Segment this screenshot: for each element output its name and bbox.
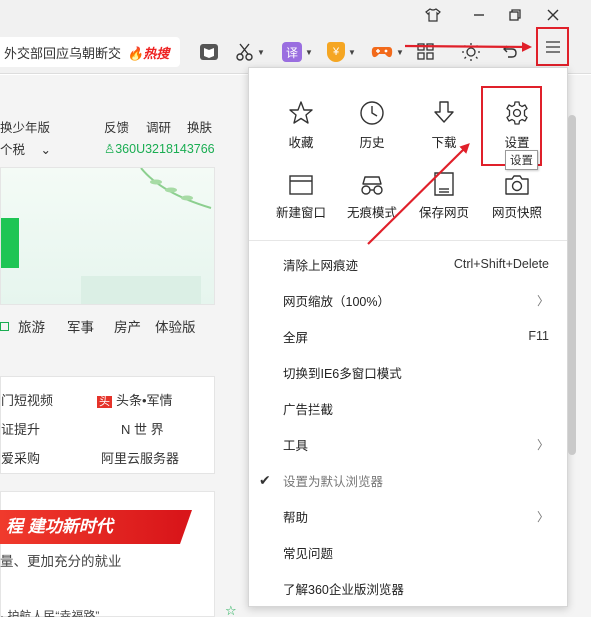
- menu-history[interactable]: 历史: [336, 96, 408, 151]
- settings-tooltip: 设置: [505, 150, 538, 170]
- menu-save-page[interactable]: 保存网页: [408, 166, 480, 221]
- menu-ie6-mode[interactable]: 切换到IE6多窗口模式: [249, 354, 567, 390]
- clock-icon: [360, 101, 384, 125]
- menu-adblock[interactable]: 广告拦截: [249, 390, 567, 426]
- hamburger-icon: [545, 40, 560, 53]
- undo-icon[interactable]: [500, 40, 518, 64]
- main-menu-button[interactable]: [536, 27, 569, 66]
- survey-link[interactable]: 调研: [146, 117, 171, 136]
- coin-shield-icon[interactable]: ¥ ▼: [327, 40, 356, 64]
- menu-help[interactable]: 帮助 〉: [249, 498, 567, 534]
- menu-snapshot-label: 网页快照: [491, 206, 542, 220]
- tshirt-icon[interactable]: [420, 4, 446, 26]
- news-item[interactable]: 爱采购: [1, 448, 40, 467]
- menu-snapshot[interactable]: 网页快照: [481, 166, 553, 221]
- menu-tools[interactable]: 工具 〉: [249, 426, 567, 462]
- menu-zoom[interactable]: 网页缩放（100%） 〉: [249, 282, 567, 318]
- bottom-badge[interactable]: ☆: [225, 603, 249, 617]
- news-item[interactable]: 证提升: [1, 419, 40, 438]
- menu-favorites-label: 收藏: [288, 136, 314, 150]
- category-row: 旅游 军事 房产 体验版: [0, 316, 215, 336]
- hero-landscape: [81, 276, 201, 304]
- page-scrollbar[interactable]: [568, 115, 576, 455]
- category-beta[interactable]: 体验版: [155, 316, 196, 336]
- window-icon: [289, 175, 313, 195]
- shortcut-label: Ctrl+Shift+Delete: [453, 257, 549, 271]
- teen-mode-link[interactable]: 换少年版: [0, 117, 50, 136]
- menu-incognito[interactable]: 无痕模式: [336, 166, 408, 221]
- menu-history-label: 历史: [359, 136, 385, 150]
- apps-grid-icon[interactable]: [417, 40, 435, 64]
- category-marker-icon: [0, 321, 9, 331]
- chevron-right-icon: 〉: [536, 437, 549, 452]
- news-item[interactable]: 头头条•军情: [97, 390, 173, 409]
- menu-default-browser: ✔ 设置为默认浏览器: [259, 471, 384, 489]
- download-icon: [434, 101, 454, 123]
- screenshot-scissors-icon[interactable]: ▼: [236, 40, 265, 64]
- hero-banner[interactable]: [0, 167, 215, 305]
- promo-banner[interactable]: 程 建功新时代: [0, 510, 192, 544]
- promo-line-1: 量、更加充分的就业: [0, 554, 122, 569]
- skin-link[interactable]: 换肤: [187, 117, 212, 136]
- category-military[interactable]: 军事: [67, 316, 94, 336]
- camera-icon: [505, 175, 529, 195]
- tax-dropdown[interactable]: 个税 ⌄: [0, 139, 51, 158]
- news-panel: 门短视频 头头条•军情 证提升 N 世 界 爱采购 阿里云服务器: [0, 376, 215, 474]
- user-id[interactable]: ♙360U3218143766: [104, 141, 215, 156]
- shortcut-label: F11: [528, 329, 549, 343]
- tax-label: 个税: [0, 143, 26, 157]
- close-icon[interactable]: [540, 4, 566, 26]
- search-text: 外交部回应乌朝断交: [4, 45, 122, 61]
- coin-badge: ¥: [327, 42, 345, 62]
- star-badge-icon: ☆: [225, 603, 237, 617]
- chevron-right-icon: 〉: [536, 509, 549, 524]
- chevron-down-icon: ⌄: [40, 143, 51, 157]
- menu-clear-history[interactable]: 清除上网痕迹 Ctrl+Shift+Delete: [249, 246, 567, 282]
- title-bar: [0, 0, 591, 30]
- category-realestate[interactable]: 房产: [114, 316, 141, 336]
- search-box[interactable]: 外交部回应乌朝断交 🔥热搜: [0, 37, 180, 67]
- user-icon: ♙: [104, 142, 116, 156]
- menu-new-window[interactable]: 新建窗口: [265, 166, 337, 221]
- menu-downloads[interactable]: 下载: [408, 96, 480, 151]
- menu-incognito-label: 无痕模式: [346, 206, 397, 220]
- brightness-icon[interactable]: [461, 40, 481, 64]
- restore-icon[interactable]: [502, 4, 528, 26]
- translate-icon[interactable]: 译 ▼: [282, 40, 313, 64]
- hero-green-block: [1, 218, 19, 268]
- menu-favorites[interactable]: 收藏: [265, 96, 337, 151]
- news-item[interactable]: N 世 界: [121, 419, 164, 438]
- checkmark-icon: ✔: [259, 471, 271, 488]
- chevron-right-icon: 〉: [536, 293, 549, 308]
- game-controller-icon[interactable]: ▼: [371, 40, 404, 64]
- translate-badge: 译: [282, 42, 302, 62]
- category-travel[interactable]: 旅游: [18, 316, 45, 336]
- news-item[interactable]: 门短视频: [1, 390, 53, 409]
- menu-fullscreen[interactable]: 全屏 F11: [249, 318, 567, 354]
- menu-save-page-label: 保存网页: [418, 206, 469, 220]
- menu-divider: [249, 240, 567, 241]
- reading-icon[interactable]: [199, 40, 219, 64]
- menu-enterprise[interactable]: 了解360企业版浏览器: [249, 570, 567, 606]
- feedback-link[interactable]: 反馈: [104, 117, 129, 136]
- save-page-icon: [434, 172, 454, 196]
- menu-downloads-label: 下载: [431, 136, 457, 150]
- willow-decoration: [140, 168, 212, 209]
- star-icon: [289, 101, 313, 124]
- incognito-icon: [361, 176, 383, 195]
- menu-new-window-label: 新建窗口: [275, 206, 326, 220]
- news-item[interactable]: 阿里云服务器: [101, 448, 179, 467]
- headline-tag: 头: [97, 396, 112, 408]
- hot-search-label[interactable]: 🔥热搜: [127, 43, 169, 62]
- menu-faq[interactable]: 常见问题: [249, 534, 567, 570]
- minimize-icon[interactable]: [466, 4, 492, 26]
- promo-line-2: · 护航人民“幸福路”: [0, 609, 100, 617]
